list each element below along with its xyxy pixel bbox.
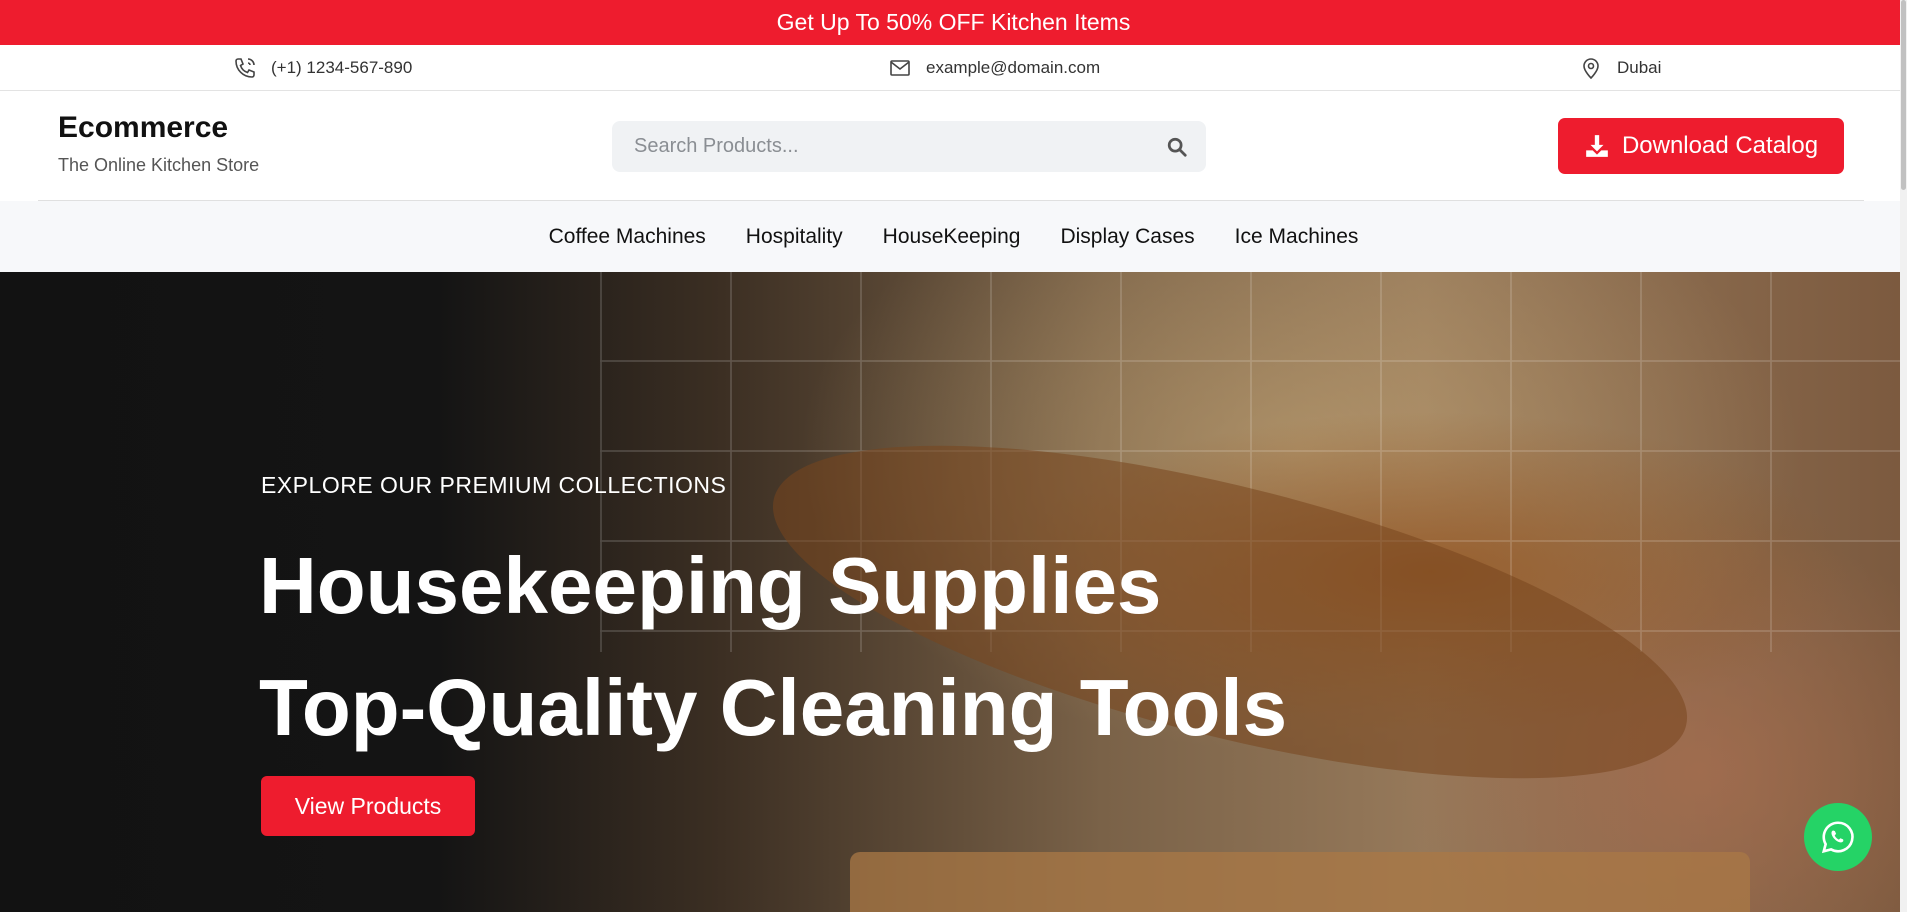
brand-tagline: The Online Kitchen Store <box>58 155 260 175</box>
nav-item-display-cases[interactable]: Display Cases <box>1060 225 1194 249</box>
search-input[interactable] <box>632 134 1166 159</box>
contact-bar: (+1) 1234-567-890 example@domain.com Dub… <box>0 45 1907 91</box>
page-scrollbar-thumb[interactable] <box>1901 0 1906 190</box>
contact-phone-text: (+1) 1234-567-890 <box>271 58 413 77</box>
contact-email[interactable]: example@domain.com <box>888 45 1100 91</box>
whatsapp-icon <box>1821 821 1854 854</box>
contact-location-text: Dubai <box>1617 58 1662 77</box>
nav-item-hospitality[interactable]: Hospitality <box>746 225 843 249</box>
search-bar <box>612 121 1206 172</box>
category-nav: Coffee Machines Hospitality HouseKeeping… <box>0 201 1907 272</box>
nav-item-coffee-machines[interactable]: Coffee Machines <box>549 225 706 249</box>
search-icon[interactable] <box>1166 136 1188 158</box>
download-catalog-label: Download Catalog <box>1621 132 1819 159</box>
site-header: Ecommerce The Online Kitchen Store Downl… <box>0 91 1907 201</box>
hero-eyebrow: EXPLORE OUR PREMIUM COLLECTIONS <box>261 472 727 498</box>
hero-title-line2: Top-Quality Cleaning Tools <box>259 663 1288 752</box>
promo-text: Get Up To 50% OFF Kitchen Items <box>776 9 1131 35</box>
view-products-button[interactable]: View Products <box>261 776 475 836</box>
nav-item-housekeeping[interactable]: HouseKeeping <box>883 225 1021 249</box>
hero-title-line1: Housekeeping Supplies <box>259 541 1162 630</box>
phone-icon <box>235 58 255 78</box>
mail-icon <box>890 60 910 76</box>
download-catalog-button[interactable]: Download Catalog <box>1558 118 1844 174</box>
hero-background-board <box>850 852 1750 912</box>
contact-location: Dubai <box>1579 45 1661 91</box>
brand-name[interactable]: Ecommerce <box>58 111 228 145</box>
contact-email-text: example@domain.com <box>926 58 1101 77</box>
map-pin-icon <box>1583 58 1599 80</box>
contact-phone[interactable]: (+1) 1234-567-890 <box>233 45 412 91</box>
promo-banner: Get Up To 50% OFF Kitchen Items <box>0 0 1907 45</box>
download-icon <box>1586 135 1608 157</box>
whatsapp-chat-button[interactable] <box>1804 803 1872 871</box>
nav-item-ice-machines[interactable]: Ice Machines <box>1235 225 1359 249</box>
hero-banner: EXPLORE OUR PREMIUM COLLECTIONS Housekee… <box>0 272 1900 912</box>
view-products-label: View Products <box>294 792 442 819</box>
